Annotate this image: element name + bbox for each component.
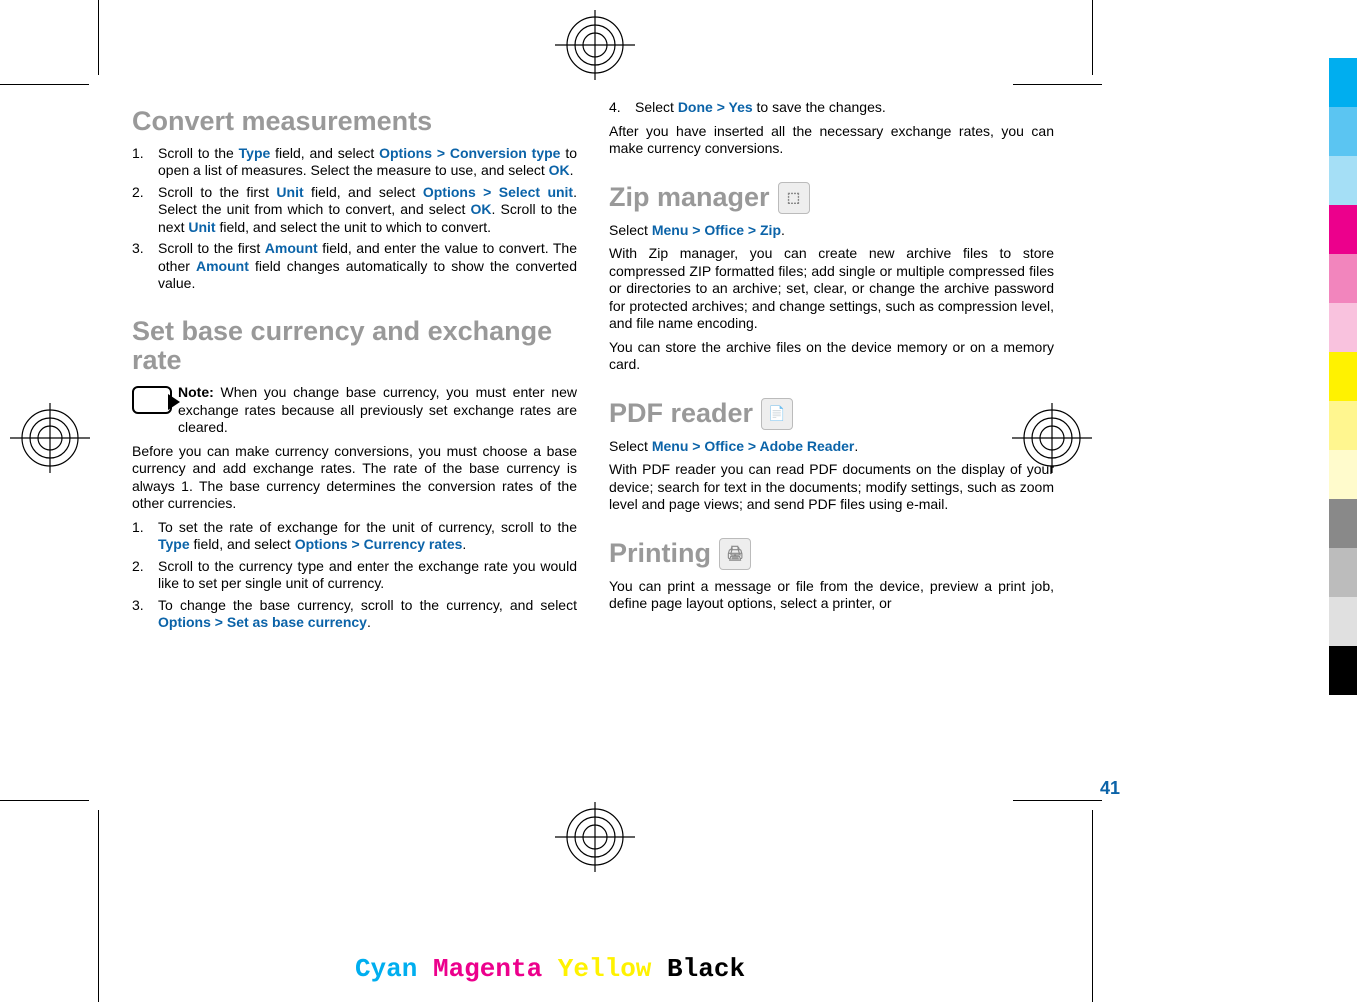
- printer-icon: 🖨: [719, 538, 751, 570]
- paragraph: With Zip manager, you can create new arc…: [609, 245, 1054, 333]
- color-swatch: [1329, 205, 1357, 254]
- list-item: To set the rate of exchange for the unit…: [132, 519, 577, 554]
- color-swatch: [1329, 156, 1357, 205]
- convert-steps: Scroll to the Type field, and select Opt…: [132, 145, 577, 293]
- crop-mark: [1013, 84, 1102, 85]
- zip-icon: ⬚: [778, 182, 810, 214]
- color-swatch: [1329, 499, 1357, 548]
- crop-mark: [1013, 800, 1102, 801]
- label-cyan: Cyan: [355, 954, 417, 984]
- pdf-icon: 📄: [761, 398, 793, 430]
- column-left: Convert measurements Scroll to the Type …: [110, 95, 583, 785]
- registration-mark-icon: [555, 10, 635, 80]
- color-swatch: [1329, 254, 1357, 303]
- color-swatch: [1329, 450, 1357, 499]
- color-swatch: [1329, 352, 1357, 401]
- heading-zip: Zip manager ⬚: [609, 182, 1054, 214]
- process-color-labels: Cyan Magenta Yellow Black: [0, 954, 1100, 984]
- page-number: 41: [1100, 777, 1120, 800]
- crop-mark: [0, 84, 89, 85]
- pdf-path: Select Menu > Office > Adobe Reader.: [609, 438, 1054, 456]
- color-swatch: [1329, 548, 1357, 597]
- note-icon: [132, 386, 172, 414]
- heading-printing: Printing 🖨: [609, 538, 1054, 570]
- paragraph: After you have inserted all the necessar…: [609, 123, 1054, 158]
- heading-convert: Convert measurements: [132, 107, 577, 137]
- label-magenta: Magenta: [433, 954, 542, 984]
- heading-setbase: Set base currency and exchange rate: [132, 317, 577, 376]
- registration-mark-icon: [555, 802, 635, 872]
- base-steps-cont: Select Done > Yes to save the changes.: [609, 99, 1054, 117]
- label-black: Black: [667, 954, 745, 984]
- note-block: Note: When you change base currency, you…: [132, 384, 577, 437]
- base-steps: To set the rate of exchange for the unit…: [132, 519, 577, 632]
- crop-mark: [98, 0, 99, 75]
- registration-mark-icon: [10, 403, 90, 473]
- zip-path: Select Menu > Office > Zip.: [609, 222, 1054, 240]
- list-item: Scroll to the first Unit field, and sele…: [132, 184, 577, 237]
- list-item: To change the base currency, scroll to t…: [132, 597, 577, 632]
- color-swatch: [1329, 597, 1357, 646]
- crop-mark: [0, 800, 89, 801]
- color-swatch: [1329, 58, 1357, 107]
- column-right: Select Done > Yes to save the changes. A…: [603, 95, 1092, 785]
- crop-mark: [1092, 0, 1093, 75]
- heading-pdf: PDF reader 📄: [609, 398, 1054, 430]
- list-item: Scroll to the Type field, and select Opt…: [132, 145, 577, 180]
- paragraph: Before you can make currency conversions…: [132, 443, 577, 513]
- paragraph: You can print a message or file from the…: [609, 578, 1054, 613]
- list-item: Scroll to the currency type and enter th…: [132, 558, 577, 593]
- list-item: Select Done > Yes to save the changes.: [609, 99, 1054, 117]
- list-item: Scroll to the first Amount field, and en…: [132, 240, 577, 293]
- color-bars: [1329, 58, 1357, 695]
- paragraph: With PDF reader you can read PDF documen…: [609, 461, 1054, 514]
- color-swatch: [1329, 646, 1357, 695]
- page-content: Convert measurements Scroll to the Type …: [110, 95, 1092, 785]
- color-swatch: [1329, 303, 1357, 352]
- color-swatch: [1329, 107, 1357, 156]
- label-yellow: Yellow: [558, 954, 652, 984]
- paragraph: You can store the archive files on the d…: [609, 339, 1054, 374]
- color-swatch: [1329, 401, 1357, 450]
